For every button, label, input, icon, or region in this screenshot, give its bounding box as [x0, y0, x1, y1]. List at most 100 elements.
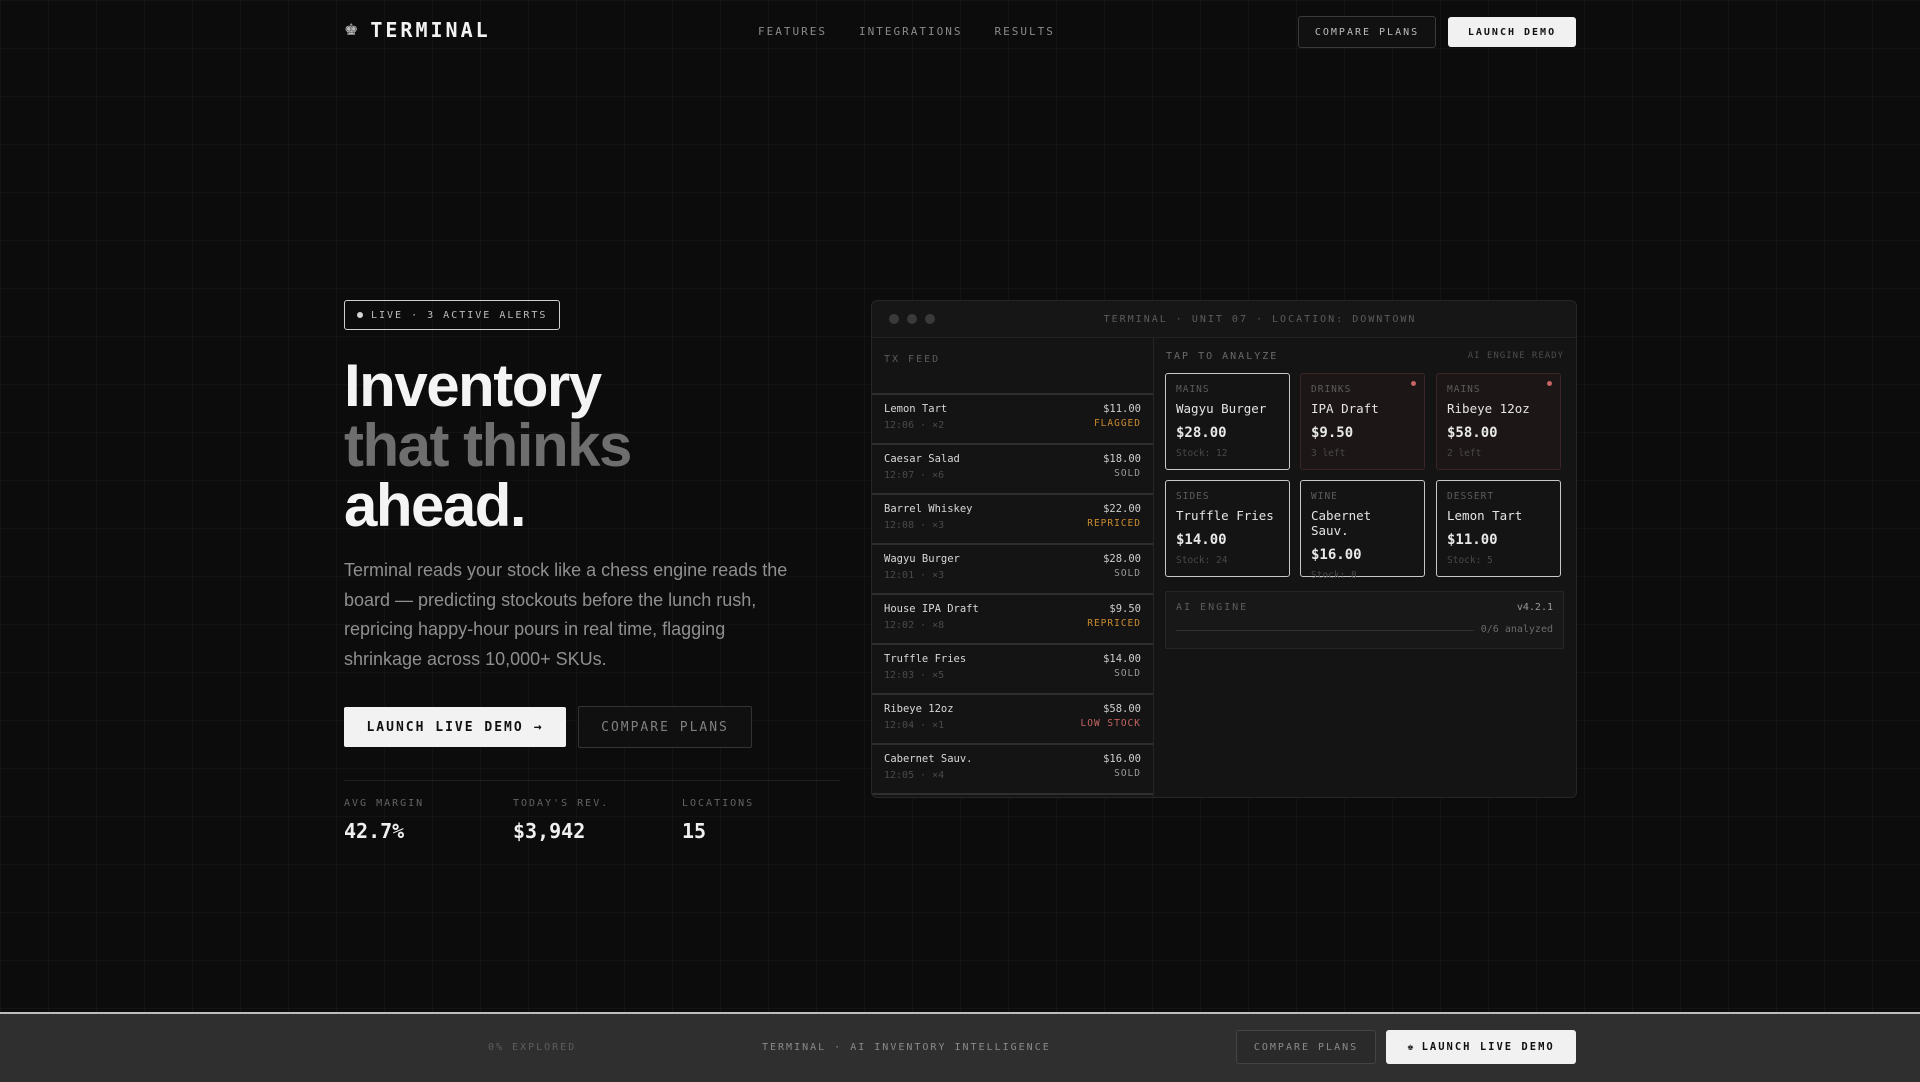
- tx-item-meta: 12:05 · ×4: [884, 770, 945, 781]
- footer-compare-plans-button[interactable]: COMPARE PLANS: [1236, 1030, 1376, 1064]
- tx-item-price: $16.00: [1103, 753, 1141, 765]
- footer-tagline: TERMINAL · AI INVENTORY INTELLIGENCE: [762, 1042, 1051, 1053]
- ai-engine-progress-bar: [1176, 630, 1474, 631]
- tx-item-price: $11.00: [1103, 403, 1141, 415]
- tx-item-meta: 12:06 · ×2: [884, 420, 945, 431]
- nav-link-results[interactable]: RESULTS: [994, 25, 1054, 38]
- card-stock: Stock: 12: [1176, 448, 1228, 459]
- tx-feed-list: Lemon Tart 12:06 · ×2 $11.00 FLAGGED Cae…: [872, 393, 1153, 797]
- tx-feed[interactable]: TX FEED Lemon Tart 12:06 · ×2 $11.00 FLA…: [872, 338, 1154, 797]
- chess-king-icon: ♚: [1407, 1041, 1416, 1053]
- tx-item-status: SOLD: [1114, 668, 1141, 679]
- terminal-panel: TERMINAL · UNIT 07 · LOCATION: DOWNTOWN …: [871, 300, 1577, 798]
- tx-item-name: Truffle Fries: [884, 653, 967, 665]
- stat-label: TODAY'S REV.: [513, 798, 610, 809]
- tx-feed-item[interactable]: Cabernet Sauv. 12:05 · ×4 $16.00 SOLD: [872, 743, 1153, 793]
- card-stock: Stock: 5: [1447, 555, 1493, 566]
- card-category: MAINS: [1176, 384, 1210, 395]
- logo[interactable]: ♚ TERMINAL: [344, 18, 491, 42]
- bottom-bar: 0% EXPLORED TERMINAL · AI INVENTORY INTE…: [0, 1012, 1920, 1082]
- card-stock: 3 left: [1311, 448, 1346, 459]
- tx-feed-item-partial: [872, 793, 1153, 797]
- tx-feed-item[interactable]: House IPA Draft 12:02 · ×8 $9.50 REPRICE…: [872, 593, 1153, 643]
- card-stock: Stock: 8: [1311, 570, 1357, 581]
- chess-king-icon: ♚: [344, 22, 359, 39]
- ai-engine-label: AI ENGINE: [1176, 602, 1249, 613]
- stats-divider: [344, 780, 840, 781]
- card-price: $58.00: [1447, 425, 1498, 441]
- hero-description: Terminal reads your stock like a chess e…: [344, 560, 788, 669]
- tx-item-meta: 12:07 · ×6: [884, 470, 945, 481]
- tx-item-meta: 12:08 · ×3: [884, 520, 945, 531]
- nav-links: FEATURES INTEGRATIONS RESULTS: [758, 25, 1055, 38]
- tx-item-status: SOLD: [1114, 768, 1141, 779]
- tx-item-name: Barrel Whiskey: [884, 503, 973, 515]
- card-name: Truffle Fries: [1176, 508, 1274, 523]
- tx-feed-item[interactable]: Ribeye 12oz 12:04 · ×1 $58.00 LOW STOCK: [872, 693, 1153, 743]
- stat-todays-rev: TODAY'S REV. $3,942: [513, 798, 609, 843]
- headline-line-3: ahead.: [344, 472, 527, 539]
- footer-launch-live-demo-button[interactable]: ♚ LAUNCH LIVE DEMO: [1386, 1030, 1576, 1064]
- tx-item-status: LOW STOCK: [1080, 718, 1141, 729]
- card-price: $16.00: [1311, 547, 1362, 563]
- nav-link-integrations[interactable]: INTEGRATIONS: [859, 25, 962, 38]
- menu-card-truffle-fries[interactable]: SIDES Truffle Fries $14.00 Stock: 24: [1165, 480, 1290, 577]
- card-price: $28.00: [1176, 425, 1227, 441]
- tx-item-name: Cabernet Sauv.: [884, 753, 973, 765]
- live-dot-icon: [357, 312, 363, 318]
- card-category: WINE: [1311, 491, 1338, 502]
- card-name: Ribeye 12oz: [1447, 401, 1530, 416]
- card-name: IPA Draft: [1311, 401, 1379, 416]
- stat-value: 42.7%: [344, 819, 405, 843]
- nav-link-features[interactable]: FEATURES: [758, 25, 827, 38]
- tx-item-meta: 12:03 · ×5: [884, 670, 945, 681]
- stat-value: 15: [682, 819, 707, 843]
- menu-card-ipa-draft[interactable]: DRINKS IPA Draft $9.50 3 left: [1300, 373, 1425, 470]
- top-nav: ♚ TERMINAL FEATURES INTEGRATIONS RESULTS…: [0, 0, 1920, 62]
- tx-item-status: SOLD: [1114, 468, 1141, 479]
- alert-dot-icon: [1411, 381, 1416, 386]
- nav-launch-demo-button[interactable]: LAUNCH DEMO: [1448, 17, 1576, 47]
- analyze-area: TAP TO ANALYZE AI ENGINE READY MAINS Wag…: [1154, 338, 1576, 797]
- tx-feed-item[interactable]: Lemon Tart 12:06 · ×2 $11.00 FLAGGED: [872, 393, 1153, 443]
- card-name: Lemon Tart: [1447, 508, 1523, 523]
- card-category: DRINKS: [1311, 384, 1352, 395]
- menu-card-cabernet[interactable]: WINE Cabernet Sauv. $16.00 Stock: 8: [1300, 480, 1425, 581]
- menu-card-lemon-tart[interactable]: DESSERT Lemon Tart $11.00 Stock: 5: [1436, 480, 1561, 577]
- analyze-header: TAP TO ANALYZE: [1166, 351, 1279, 362]
- card-price: $9.50: [1311, 425, 1354, 441]
- menu-card-ribeye[interactable]: MAINS Ribeye 12oz $58.00 2 left: [1436, 373, 1561, 470]
- tx-item-name: House IPA Draft: [884, 603, 979, 615]
- card-stock: 2 left: [1447, 448, 1482, 459]
- tx-feed-item[interactable]: Wagyu Burger 12:01 · ×3 $28.00 SOLD: [872, 543, 1153, 593]
- footer-launch-label: LAUNCH LIVE DEMO: [1421, 1041, 1555, 1053]
- stat-avg-margin: AVG MARGIN 42.7%: [344, 798, 424, 843]
- tx-feed-item[interactable]: Barrel Whiskey 12:08 · ×3 $22.00 REPRICE…: [872, 493, 1153, 543]
- nav-compare-plans-button[interactable]: COMPARE PLANS: [1298, 16, 1436, 48]
- terminal-title: TERMINAL · UNIT 07 · LOCATION: DOWNTOWN: [1103, 314, 1417, 325]
- card-name: Cabernet Sauv.: [1311, 508, 1372, 538]
- explored-progress: 0% EXPLORED: [488, 1042, 577, 1053]
- tx-item-meta: 12:04 · ×1: [884, 720, 945, 731]
- tx-item-name: Lemon Tart: [884, 403, 948, 415]
- tx-feed-item[interactable]: Truffle Fries 12:03 · ×5 $14.00 SOLD: [872, 643, 1153, 693]
- tx-feed-item[interactable]: Caesar Salad 12:07 · ×6 $18.00 SOLD: [872, 443, 1153, 493]
- tx-item-name: Wagyu Burger: [884, 553, 960, 565]
- tx-item-price: $22.00: [1103, 503, 1141, 515]
- live-alerts-text: LIVE · 3 ACTIVE ALERTS: [371, 309, 548, 321]
- arrow-right-icon: →: [533, 719, 544, 735]
- menu-card-wagyu-burger[interactable]: MAINS Wagyu Burger $28.00 Stock: 12: [1165, 373, 1290, 470]
- tx-item-status: REPRICED: [1087, 618, 1141, 629]
- headline-line-1: Inventory: [344, 352, 602, 419]
- tx-item-price: $18.00: [1103, 453, 1141, 465]
- tx-item-status: REPRICED: [1087, 518, 1141, 529]
- launch-live-demo-button[interactable]: LAUNCH LIVE DEMO →: [344, 707, 566, 747]
- stat-locations: LOCATIONS 15: [682, 798, 754, 843]
- tx-item-price: $14.00: [1103, 653, 1141, 665]
- live-alerts-badge: LIVE · 3 ACTIVE ALERTS: [344, 300, 561, 330]
- tx-item-price: $58.00: [1103, 703, 1141, 715]
- compare-plans-button[interactable]: COMPARE PLANS: [578, 706, 752, 748]
- stat-label: AVG MARGIN: [344, 798, 425, 809]
- tx-item-name: Ribeye 12oz: [884, 703, 954, 715]
- launch-live-demo-label: LAUNCH LIVE DEMO: [366, 719, 524, 735]
